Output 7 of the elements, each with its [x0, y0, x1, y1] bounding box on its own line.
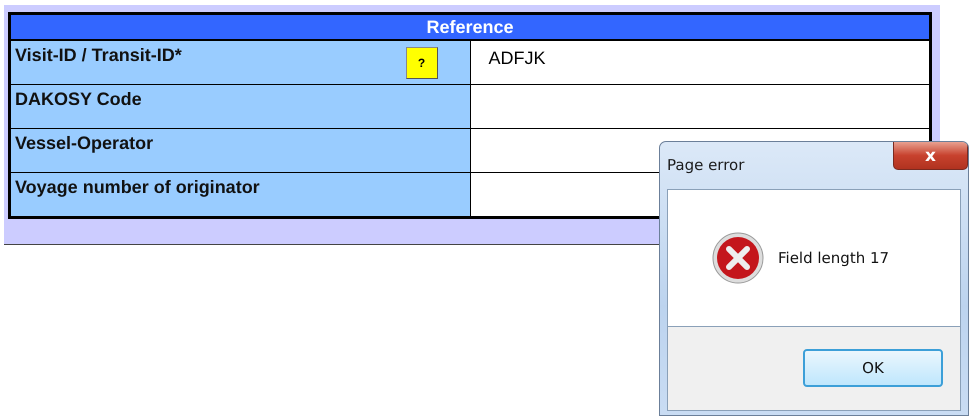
dialog-title: Page error	[667, 155, 744, 176]
field-label-cell: DAKOSY Code	[10, 84, 470, 128]
form-title: Reference	[426, 16, 514, 36]
field-label-cell: Visit-ID / Transit-ID* ?	[10, 40, 470, 84]
error-message: Field length 17	[778, 249, 890, 267]
field-label-cell: Vessel-Operator	[10, 128, 470, 172]
field-label-cell: Voyage number of originator	[10, 172, 470, 218]
